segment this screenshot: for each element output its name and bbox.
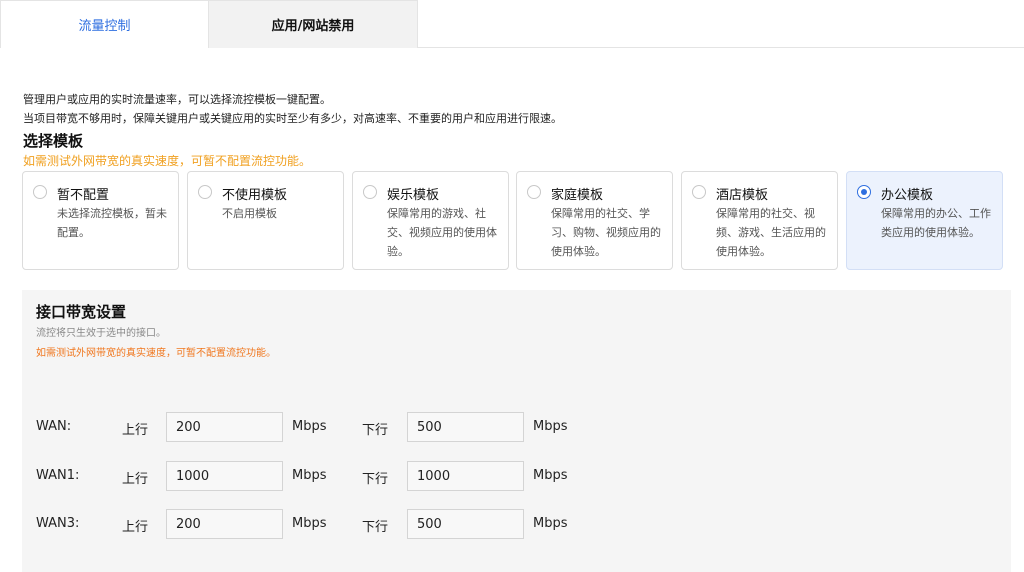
card-description: 保障常用的游戏、社交、视频应用的使用体验。 [387, 207, 497, 258]
template-card-entertainment[interactable]: 娱乐模板 保障常用的游戏、社交、视频应用的使用体验。 [352, 171, 509, 270]
template-card-no-template[interactable]: 不使用模板 不启用模板 [187, 171, 344, 270]
radio-button[interactable] [527, 185, 541, 199]
card-description: 未选择流控模板，暂未配置。 [57, 207, 167, 239]
card-description: 保障常用的办公、工作类应用的使用体验。 [881, 207, 991, 239]
radio-button[interactable] [692, 185, 706, 199]
download-label: 下行 [362, 472, 389, 487]
tab-label: 应用/网站禁用 [271, 19, 355, 34]
bandwidth-subtitle: 流控将只生效于选中的接口。 [36, 328, 166, 339]
template-card-group: 暂不配置 未选择流控模板，暂未配置。 不使用模板 不启用模板 娱乐模板 保障常用… [22, 171, 1004, 270]
wan3-download-input[interactable] [407, 509, 524, 539]
wan1-row: WAN1: 上行 Mbps 下行 Mbps [22, 461, 1011, 491]
unit-label: Mbps [292, 516, 327, 531]
template-section-title: 选择模板 [23, 132, 84, 150]
unit-label: Mbps [533, 468, 568, 483]
wan3-upload-input[interactable] [166, 509, 283, 539]
bandwidth-settings-panel: 接口带宽设置 流控将只生效于选中的接口。 如需测试外网带宽的真实速度，可暂不配置… [22, 290, 1011, 572]
upload-label: 上行 [122, 423, 149, 438]
radio-button[interactable] [363, 185, 377, 199]
page-description-line2: 当项目带宽不够用时，保障关键用户或关键应用的实时至少有多少，对高速率、不重要的用… [23, 112, 562, 125]
card-title: 酒店模板 [716, 188, 769, 203]
wan1-upload-input[interactable] [166, 461, 283, 491]
unit-label: Mbps [533, 516, 568, 531]
wan1-download-input[interactable] [407, 461, 524, 491]
page-description-line1: 管理用户或应用的实时流量速率，可以选择流控模板一键配置。 [23, 93, 331, 106]
tab-bar: 流量控制 应用/网站禁用 [0, 0, 1024, 48]
card-title: 暂不配置 [57, 188, 110, 203]
unit-label: Mbps [533, 419, 568, 434]
card-description: 保障常用的社交、视频、游戏、生活应用的使用体验。 [716, 207, 826, 258]
radio-button[interactable] [198, 185, 212, 199]
card-title: 家庭模板 [551, 188, 604, 203]
bandwidth-warning: 如需测试外网带宽的真实速度，可暂不配置流控功能。 [36, 348, 276, 359]
wan3-row: WAN3: 上行 Mbps 下行 Mbps [22, 509, 1011, 539]
wan-row: WAN: 上行 Mbps 下行 Mbps [22, 412, 1011, 442]
radio-button-selected[interactable] [857, 185, 871, 199]
tab-label: 流量控制 [78, 19, 131, 34]
download-label: 下行 [362, 423, 389, 438]
card-title: 不使用模板 [222, 188, 288, 203]
card-title: 娱乐模板 [387, 188, 440, 203]
interface-label: WAN1: [36, 468, 80, 483]
template-warning: 如需测试外网带宽的真实速度，可暂不配置流控功能。 [23, 154, 312, 168]
download-label: 下行 [362, 520, 389, 535]
card-title: 办公模板 [881, 188, 934, 203]
unit-label: Mbps [292, 468, 327, 483]
template-card-home[interactable]: 家庭模板 保障常用的社交、学习、购物、视频应用的使用体验。 [516, 171, 673, 270]
card-description: 保障常用的社交、学习、购物、视频应用的使用体验。 [551, 207, 661, 258]
template-card-hotel[interactable]: 酒店模板 保障常用的社交、视频、游戏、生活应用的使用体验。 [681, 171, 838, 270]
upload-label: 上行 [122, 520, 149, 535]
unit-label: Mbps [292, 419, 327, 434]
tab-app-site-block[interactable]: 应用/网站禁用 [209, 0, 418, 48]
wan-download-input[interactable] [407, 412, 524, 442]
tab-traffic-control[interactable]: 流量控制 [0, 0, 209, 48]
interface-label: WAN: [36, 419, 72, 434]
interface-label: WAN3: [36, 516, 80, 531]
bandwidth-title: 接口带宽设置 [36, 303, 127, 321]
upload-label: 上行 [122, 472, 149, 487]
template-card-office[interactable]: 办公模板 保障常用的办公、工作类应用的使用体验。 [846, 171, 1003, 270]
wan-upload-input[interactable] [166, 412, 283, 442]
template-card-none[interactable]: 暂不配置 未选择流控模板，暂未配置。 [22, 171, 179, 270]
card-description: 不启用模板 [222, 207, 277, 220]
radio-button[interactable] [33, 185, 47, 199]
